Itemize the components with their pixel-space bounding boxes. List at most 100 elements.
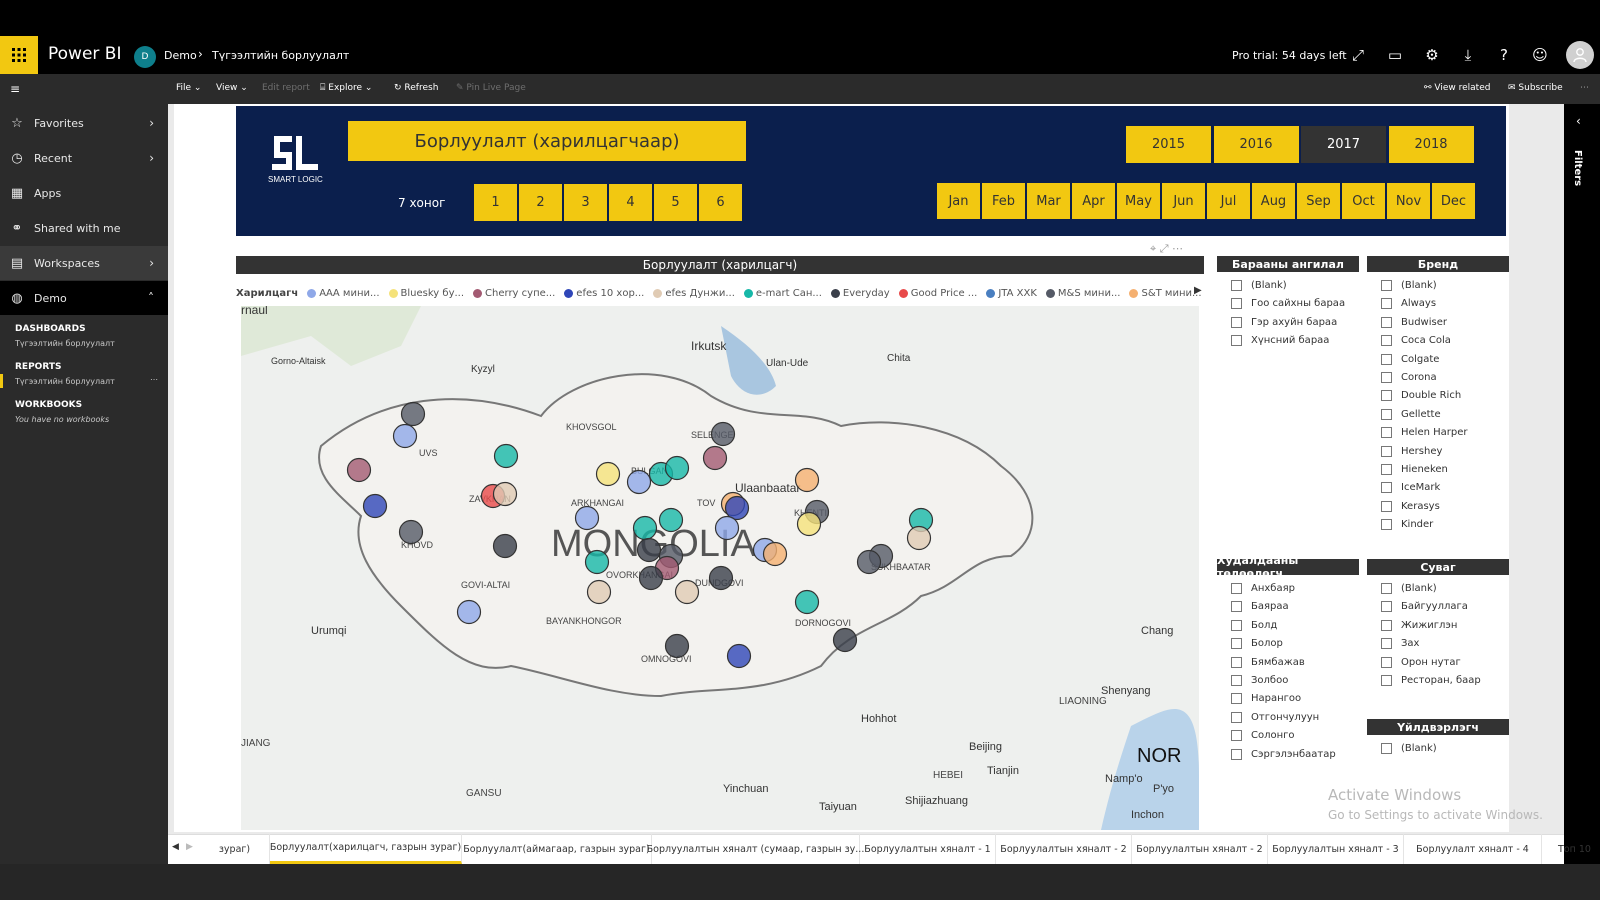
map-bubble[interactable] (714, 515, 740, 541)
nav-workspaces[interactable]: ▤ Workspaces › (0, 246, 168, 280)
feedback-smiley-icon[interactable]: ☺ (1522, 36, 1558, 74)
checkbox[interactable] (1381, 464, 1392, 475)
checkbox[interactable] (1381, 583, 1392, 594)
tab-scroll-left-icon[interactable]: ◀ (172, 842, 179, 852)
month-button-sep[interactable]: Sep (1297, 183, 1340, 219)
edit-report-button[interactable]: Edit report (262, 83, 310, 93)
app-launcher-button[interactable] (0, 36, 38, 74)
filters-pane[interactable] (1564, 104, 1600, 864)
checkbox[interactable] (1381, 619, 1392, 631)
checkbox[interactable] (1231, 619, 1242, 631)
year-button-2015[interactable]: 2015 (1126, 126, 1211, 163)
checkbox[interactable] (1381, 656, 1392, 668)
week-button-4[interactable]: 4 (609, 184, 652, 221)
legend-item[interactable]: efes Дунжи... (653, 288, 735, 299)
map-bubble[interactable] (636, 537, 662, 563)
checkbox[interactable] (1231, 316, 1242, 328)
year-button-2018[interactable]: 2018 (1388, 126, 1474, 163)
month-button-aug[interactable]: Aug (1252, 183, 1295, 219)
map-bubble[interactable] (456, 599, 482, 625)
nav-shared[interactable]: ⚭ Shared with me (0, 211, 168, 245)
page-tab[interactable]: Топ 10 (1542, 834, 1600, 864)
more-options-icon[interactable]: ⋯ (150, 375, 158, 384)
month-button-oct[interactable]: Oct (1342, 183, 1385, 219)
checkbox[interactable] (1381, 675, 1392, 686)
map-bubble[interactable] (708, 565, 734, 591)
fullscreen-icon[interactable]: ⤢ (1340, 36, 1376, 74)
checkbox[interactable] (1231, 601, 1242, 613)
slicer-item-channel[interactable]: Байгууллага (1381, 601, 1468, 613)
map-bubble[interactable] (726, 643, 752, 669)
map-bubble[interactable] (346, 457, 372, 483)
nav-demo-workspace[interactable]: ◍ Demo ˄ (0, 281, 168, 315)
comment-icon[interactable]: ▭ (1377, 36, 1413, 74)
legend-item[interactable]: M&S мини... (1045, 288, 1120, 299)
checkbox[interactable] (1381, 280, 1392, 291)
map-bubble[interactable] (832, 627, 858, 653)
legend-item[interactable]: ААА мини... (307, 288, 380, 299)
checkbox[interactable] (1231, 711, 1242, 723)
map-bubble[interactable] (702, 445, 728, 471)
gear-icon[interactable]: ⚙ (1414, 36, 1450, 74)
slicer-item-rep[interactable]: Сэргэлэнбаатар (1231, 748, 1336, 760)
visual-options[interactable]: ⌖ ⤢ ⋯ (1150, 242, 1183, 256)
nav-report-item[interactable]: Түгээлтийн борлуулалт (15, 377, 115, 386)
map-bubble[interactable] (638, 565, 664, 591)
slicer-item-category[interactable]: (Blank) (1231, 280, 1287, 291)
checkbox[interactable] (1381, 601, 1392, 613)
slicer-item-brand[interactable]: Kinder (1381, 519, 1433, 531)
nav-apps[interactable]: ▦ Apps (0, 176, 168, 210)
slicer-item-channel[interactable]: (Blank) (1381, 583, 1437, 594)
slicer-item-brand[interactable]: Hieneken (1381, 464, 1448, 475)
map-bubble[interactable] (492, 481, 518, 507)
nav-favorites[interactable]: ☆ Favorites › (0, 106, 168, 140)
map-bubble[interactable] (626, 469, 652, 495)
bubble-map[interactable]: MONGOLIAIrkutskUlan-UdeChitaKyzylGorno-A… (241, 306, 1199, 830)
checkbox[interactable] (1231, 675, 1242, 686)
week-button-6[interactable]: 6 (699, 184, 742, 221)
checkbox[interactable] (1381, 298, 1392, 310)
checkbox[interactable] (1381, 482, 1392, 494)
year-button-2016[interactable]: 2016 (1213, 126, 1299, 163)
help-icon[interactable]: ? (1486, 36, 1522, 74)
month-button-mar[interactable]: Mar (1027, 183, 1070, 219)
slicer-item-brand[interactable]: Always (1381, 298, 1436, 310)
slicer-item-rep[interactable]: Анхбаяр (1231, 583, 1295, 594)
slicer-item-brand[interactable]: Colgate (1381, 353, 1439, 365)
slicer-item-brand[interactable]: Hershey (1381, 445, 1442, 457)
map-bubble[interactable] (906, 525, 932, 551)
checkbox[interactable] (1381, 445, 1392, 457)
checkbox[interactable] (1381, 316, 1392, 328)
map-bubble[interactable] (398, 519, 424, 545)
slicer-item-rep[interactable]: Нарангоо (1231, 693, 1301, 705)
map-bubble[interactable] (586, 579, 612, 605)
legend-item[interactable]: Cherry супе... (473, 288, 555, 299)
slicer-item-brand[interactable]: Helen Harper (1381, 427, 1468, 439)
checkbox[interactable] (1381, 743, 1392, 754)
slicer-item-category[interactable]: Гэр ахуйн бараа (1231, 316, 1337, 328)
page-tab[interactable]: Борлуулалтын хяналт (сумаар, газрын зу..… (647, 834, 864, 864)
map-bubble[interactable] (574, 505, 600, 531)
legend-next-icon[interactable]: ▶ (1194, 285, 1202, 296)
checkbox[interactable] (1231, 335, 1242, 347)
page-tab[interactable]: Борлуулалт(аймагаар, газрын зураг) (462, 834, 652, 864)
map-bubble[interactable] (724, 495, 750, 521)
checkbox[interactable] (1231, 280, 1242, 291)
page-tab[interactable]: Борлуулалтын хяналт - 2 (1132, 834, 1268, 864)
slicer-item-brand[interactable]: (Blank) (1381, 280, 1437, 291)
filters-label[interactable]: Filters (1572, 150, 1583, 186)
week-button-2[interactable]: 2 (519, 184, 562, 221)
week-button-5[interactable]: 5 (654, 184, 697, 221)
pin-live-page-button[interactable]: ✎ Pin Live Page (456, 83, 526, 93)
checkbox[interactable] (1381, 638, 1392, 650)
checkbox[interactable] (1381, 372, 1392, 383)
tab-scroll-right-icon[interactable]: ▶ (186, 842, 193, 852)
view-menu[interactable]: View ⌄ (216, 83, 248, 93)
checkbox[interactable] (1231, 638, 1242, 650)
slicer-item-category[interactable]: Гоо сайхны бараа (1231, 298, 1345, 310)
subscribe-button[interactable]: ✉ Subscribe (1508, 83, 1563, 93)
checkbox[interactable] (1231, 656, 1242, 668)
checkbox[interactable] (1381, 427, 1392, 439)
legend-item[interactable]: JTA XXK (986, 288, 1037, 299)
map-bubble[interactable] (794, 467, 820, 493)
